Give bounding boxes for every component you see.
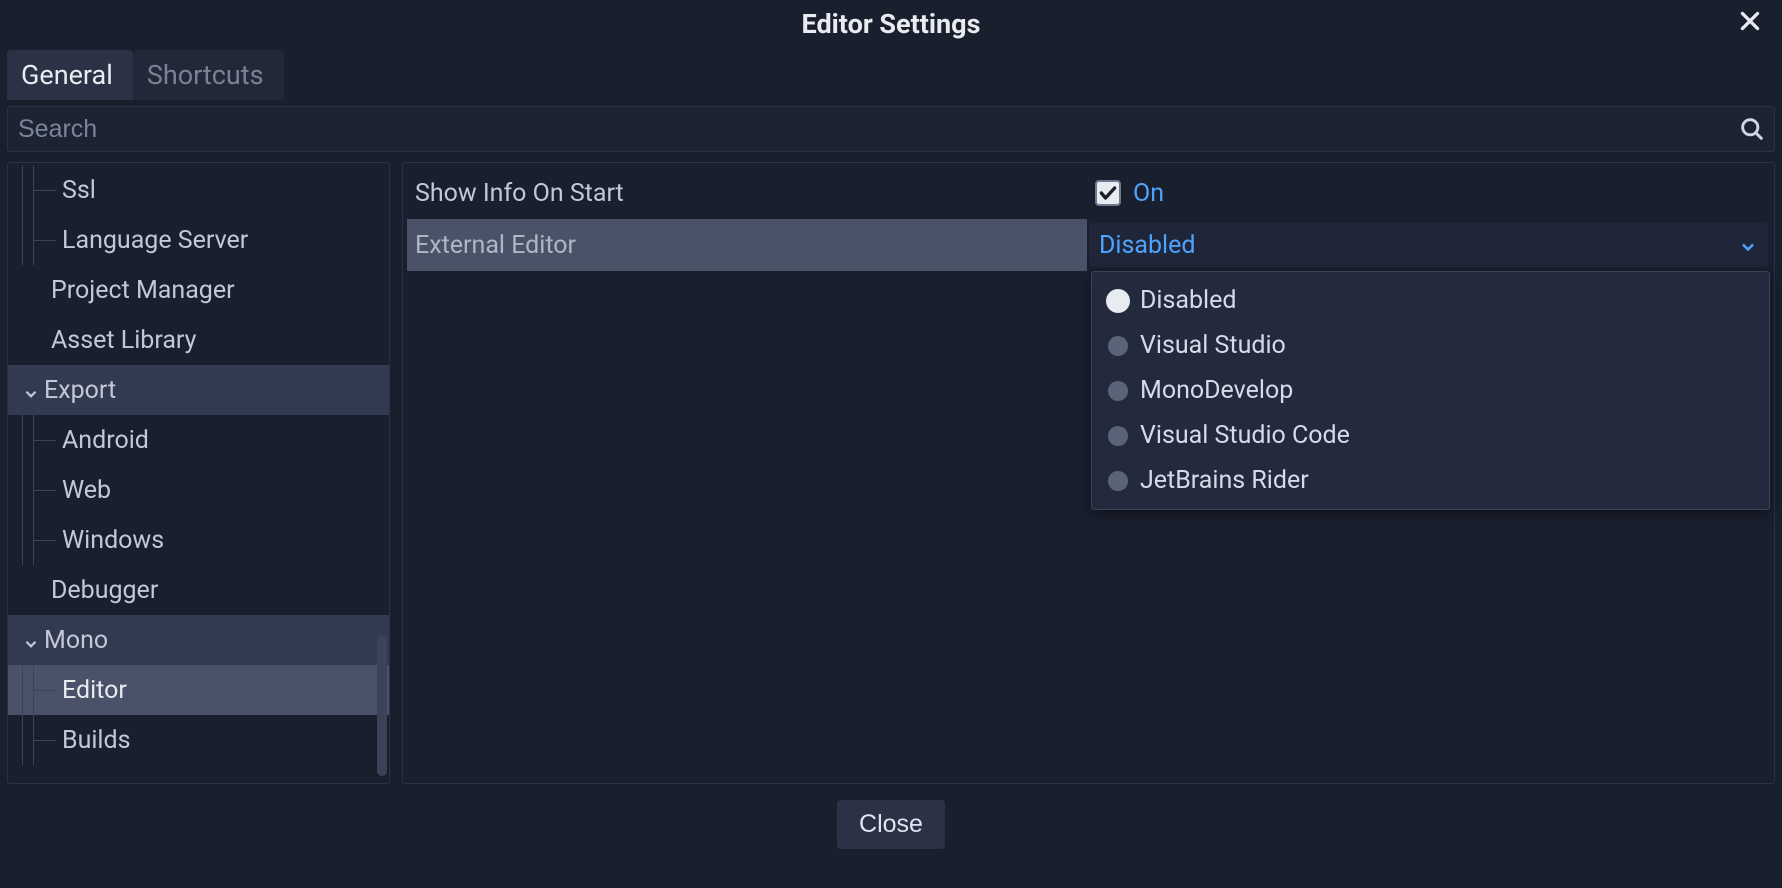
properties-panel: Show Info On Start On External Editor Di… — [402, 162, 1775, 784]
sidebar-item-mono[interactable]: Mono — [8, 615, 389, 665]
checkbox-on-label: On — [1133, 179, 1164, 208]
radio-icon — [1108, 381, 1128, 401]
sidebar-item-language-server[interactable]: Language Server — [8, 215, 389, 265]
radio-icon — [1108, 471, 1128, 491]
titlebar: Editor Settings — [7, 0, 1775, 48]
dropdown-option-jetbrains-rider[interactable]: JetBrains Rider — [1092, 458, 1769, 503]
chevron-down-icon — [22, 631, 40, 649]
dropdown-option-visual-studio[interactable]: Visual Studio — [1092, 323, 1769, 368]
dropdown-selected-value: Disabled — [1099, 231, 1195, 260]
sidebar-item-label: Mono — [44, 626, 108, 655]
tabs: General Shortcuts — [7, 50, 1775, 100]
sidebar-item-label: Android — [62, 426, 149, 455]
dropdown-option-label: JetBrains Rider — [1140, 466, 1309, 495]
property-label: Show Info On Start — [407, 179, 1087, 208]
window-title: Editor Settings — [802, 8, 981, 40]
external-editor-dropdown-menu: Disabled Visual Studio MonoDevelop Visua… — [1091, 271, 1770, 510]
property-label: External Editor — [407, 231, 1087, 260]
dropdown-option-disabled[interactable]: Disabled — [1092, 278, 1769, 323]
sidebar-item-project-manager[interactable]: Project Manager — [8, 265, 389, 315]
dropdown-option-label: Disabled — [1140, 286, 1236, 315]
sidebar-item-label: Builds — [62, 726, 131, 755]
property-show-info-on-start: Show Info On Start On — [407, 167, 1770, 219]
sidebar-item-label: Editor — [62, 676, 127, 705]
sidebar-item-export[interactable]: Export — [8, 365, 389, 415]
sidebar: Ssl Language Server Project Manager Asse… — [7, 162, 390, 784]
sidebar-item-windows[interactable]: Windows — [8, 515, 389, 565]
body: Ssl Language Server Project Manager Asse… — [7, 162, 1775, 784]
sidebar-item-label: Export — [44, 376, 116, 405]
search-input[interactable] — [18, 115, 1738, 144]
close-icon[interactable] — [1735, 6, 1765, 36]
search-icon[interactable] — [1738, 115, 1766, 143]
sidebar-item-asset-library[interactable]: Asset Library — [8, 315, 389, 365]
chevron-down-icon — [1738, 235, 1758, 255]
footer: Close — [7, 784, 1775, 859]
radio-icon — [1108, 426, 1128, 446]
dropdown-option-label: MonoDevelop — [1140, 376, 1293, 405]
sidebar-item-label: Asset Library — [51, 326, 196, 355]
tab-general[interactable]: General — [7, 50, 133, 100]
sidebar-item-label: Ssl — [62, 176, 96, 205]
sidebar-item-debugger[interactable]: Debugger — [8, 565, 389, 615]
sidebar-item-editor[interactable]: Editor — [8, 665, 389, 715]
sidebar-item-label: Windows — [62, 526, 164, 555]
close-button[interactable]: Close — [837, 800, 945, 849]
tab-shortcuts[interactable]: Shortcuts — [133, 50, 284, 100]
settings-window: Editor Settings General Shortcuts Ssl — [0, 0, 1782, 888]
checkbox-show-info[interactable] — [1095, 180, 1121, 206]
search-row — [7, 106, 1775, 152]
sidebar-item-builds[interactable]: Builds — [8, 715, 389, 765]
dropdown-option-monodevelop[interactable]: MonoDevelop — [1092, 368, 1769, 413]
property-value: On — [1087, 167, 1770, 219]
scrollbar-thumb[interactable] — [377, 636, 387, 776]
sidebar-item-label: Web — [62, 476, 111, 505]
radio-icon — [1108, 336, 1128, 356]
sidebar-item-label: Project Manager — [51, 276, 235, 305]
sidebar-item-web[interactable]: Web — [8, 465, 389, 515]
radio-icon — [1108, 291, 1128, 311]
sidebar-item-label: Debugger — [51, 576, 158, 605]
dropdown-option-label: Visual Studio — [1140, 331, 1286, 360]
chevron-down-icon — [22, 381, 40, 399]
external-editor-dropdown[interactable]: Disabled — [1089, 223, 1768, 267]
settings-tree: Ssl Language Server Project Manager Asse… — [8, 163, 389, 767]
sidebar-item-ssl[interactable]: Ssl — [8, 165, 389, 215]
property-external-editor: External Editor Disabled — [407, 219, 1770, 271]
sidebar-item-android[interactable]: Android — [8, 415, 389, 465]
sidebar-item-label: Language Server — [62, 226, 248, 255]
dropdown-option-visual-studio-code[interactable]: Visual Studio Code — [1092, 413, 1769, 458]
dropdown-option-label: Visual Studio Code — [1140, 421, 1350, 450]
